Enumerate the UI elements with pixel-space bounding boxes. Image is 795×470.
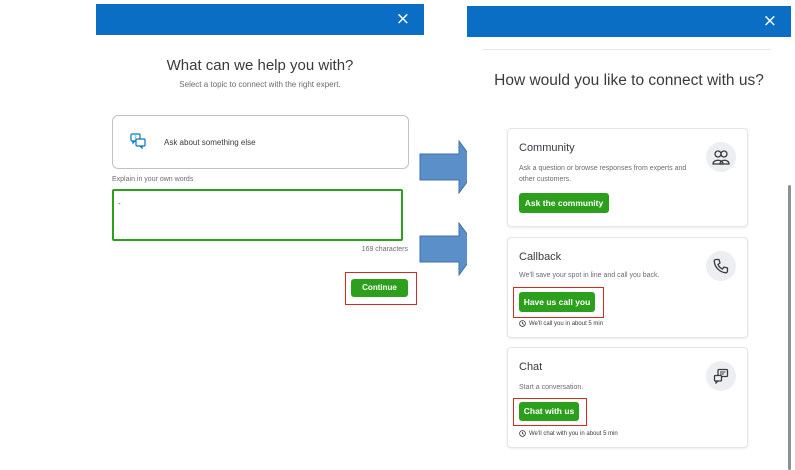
ask-community-button[interactable]: Ask the community <box>519 193 609 213</box>
left-page-title: What can we help you with? <box>166 57 354 74</box>
chat-wait-text: We'll chat with you in about 5 min <box>529 430 618 437</box>
left-close-button[interactable]: × <box>396 9 410 29</box>
topic-label: Ask about something else <box>164 138 256 147</box>
explain-label: Explain in your own words <box>112 176 194 183</box>
clock-icon <box>519 320 526 327</box>
callback-title: Callback <box>519 251 562 263</box>
scrollbar-track[interactable] <box>787 40 791 470</box>
callback-wait-note: We'll call you in about 5 min <box>519 320 603 327</box>
svg-text:?: ? <box>134 136 137 142</box>
chat-bubbles-icon: ? <box>130 133 146 154</box>
right-page-title: How would you like to connect with us? <box>494 72 764 89</box>
have-us-call-you-button[interactable]: Have us call you <box>519 292 595 312</box>
chat-option-card: Chat Start a conversation. Chat with us … <box>507 347 748 448</box>
chat-wait-note: We'll chat with you in about 5 min <box>519 430 618 437</box>
callback-option-card: Callback We'll save your spot in line an… <box>507 237 748 338</box>
explain-textarea[interactable]: - <box>112 189 403 241</box>
left-header-bar: × <box>96 4 424 35</box>
clock-icon <box>519 430 526 437</box>
community-people-icon <box>706 142 736 172</box>
continue-button[interactable]: Continue <box>351 279 408 297</box>
chat-icon <box>706 361 736 391</box>
chat-description: Start a conversation. <box>519 384 584 391</box>
left-page-subtitle: Select a topic to connect with the right… <box>179 80 341 89</box>
header-divider <box>483 49 771 50</box>
community-option-card: Community Ask a question or browse respo… <box>507 128 748 227</box>
community-description: Ask a question or browse responses from … <box>519 165 687 183</box>
right-close-button[interactable]: × <box>763 11 777 31</box>
help-topic-panel: × What can we help you with? Select a to… <box>96 0 424 456</box>
topic-card-something-else[interactable]: ? Ask about something else <box>112 115 409 169</box>
scrollbar-thumb[interactable] <box>788 185 791 470</box>
right-header-bar: × <box>467 6 791 37</box>
callback-description: We'll save your spot in line and call yo… <box>519 272 660 279</box>
chat-with-us-button[interactable]: Chat with us <box>519 402 579 421</box>
connect-options-panel: × How would you like to connect with us?… <box>467 0 791 470</box>
community-title: Community <box>519 142 575 154</box>
character-count: 169 characters <box>361 246 408 253</box>
phone-icon <box>706 251 736 281</box>
callback-wait-text: We'll call you in about 5 min <box>529 320 604 327</box>
chat-title: Chat <box>519 361 543 373</box>
